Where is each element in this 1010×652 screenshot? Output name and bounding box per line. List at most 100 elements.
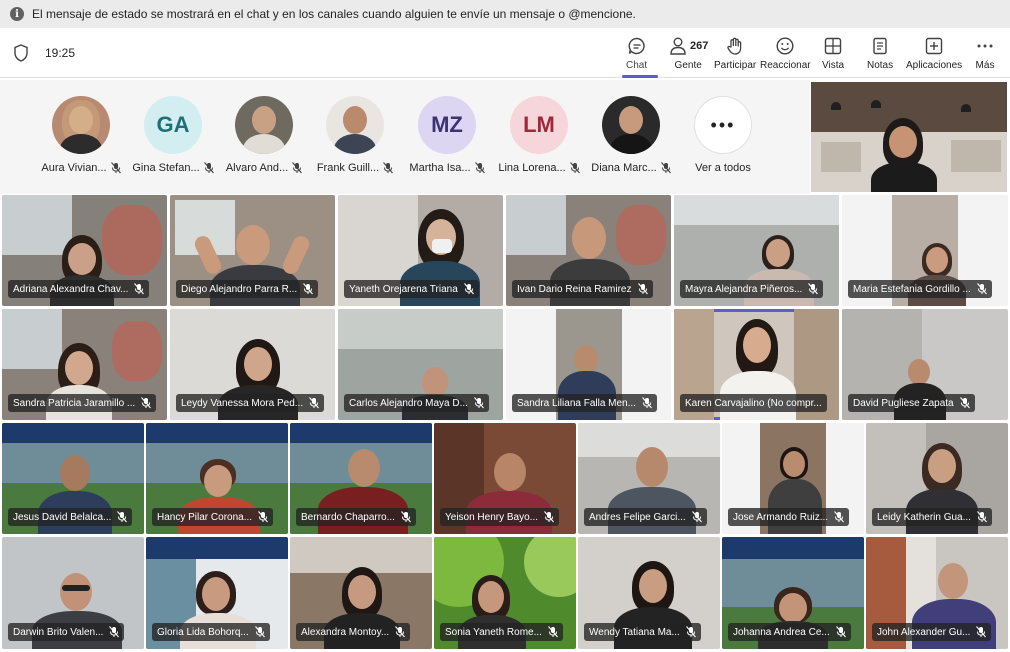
- participate-button[interactable]: Participar: [714, 36, 756, 76]
- mic-off-icon: [292, 162, 303, 174]
- video-tile[interactable]: Leydy Vanessa Mora Ped...: [170, 309, 335, 420]
- participant-name: Diego Alejandro Parra R...: [181, 283, 298, 295]
- shield-icon: [14, 44, 28, 62]
- participant-name: Adriana Alexandra Chav...: [13, 283, 129, 295]
- more-label: Más: [975, 60, 995, 71]
- video-tile[interactable]: John Alexander Gu...: [866, 537, 1008, 649]
- participant-name: Mayra Alejandra Piñeros...: [685, 283, 803, 295]
- status-banner: i El mensaje de estado se mostrará en el…: [0, 0, 1010, 28]
- view-button[interactable]: Vista: [822, 36, 844, 76]
- participant-name: Sandra Liliana Falla Men...: [517, 397, 636, 409]
- more-dots-icon: •••: [694, 96, 752, 154]
- video-tile[interactable]: Alexandra Montoy...: [290, 537, 432, 649]
- video-tile[interactable]: Sandra Patricia Jaramillo ...: [2, 309, 167, 420]
- apps-button[interactable]: Aplicaciones: [906, 36, 962, 76]
- avatar: LM: [510, 96, 568, 154]
- banner-text: El mensaje de estado se mostrará en el c…: [32, 7, 636, 21]
- meeting-toolbar: 19:25 Chat 267 Gente Participar Reaccion…: [0, 28, 1010, 78]
- participant-name: Aura Vivian...: [41, 162, 107, 174]
- participant-name: Darwin Brito Valen...: [13, 626, 104, 638]
- strip-participant[interactable]: Aura Vivian...: [36, 96, 126, 174]
- avatar: GA: [144, 96, 202, 154]
- strip-participant[interactable]: GA Gina Stefan...: [128, 96, 218, 174]
- mic-off-icon: [976, 283, 987, 295]
- video-tile[interactable]: Johanna Andrea Ce...: [722, 537, 864, 649]
- video-tile[interactable]: Yeison Henry Bayo...: [434, 423, 576, 534]
- strip-participant[interactable]: LM Lina Lorena...: [494, 96, 584, 174]
- avatar: [235, 96, 293, 154]
- avatar: [52, 96, 110, 154]
- chat-button[interactable]: Chat: [626, 36, 647, 76]
- video-tile[interactable]: Maria Estefania Gordillo ...: [842, 195, 1008, 306]
- video-tile[interactable]: Sonia Yaneth Rome...: [434, 537, 576, 649]
- view-label: Vista: [822, 60, 845, 71]
- mic-off-icon: [463, 283, 474, 295]
- participant-name: Alvaro And...: [225, 162, 289, 174]
- mic-off-icon: [660, 162, 671, 174]
- video-tile[interactable]: Jose Armando Ruiz...: [722, 423, 864, 534]
- strip-participant[interactable]: MZ Martha Isa...: [402, 96, 492, 174]
- video-tile[interactable]: David Pugliese Zapata: [842, 309, 1008, 420]
- mic-off-icon: [395, 626, 406, 638]
- video-tile[interactable]: Sandra Liliana Falla Men...: [506, 309, 671, 420]
- mic-off-icon: [976, 626, 987, 638]
- video-tile[interactable]: Ivan Dario Reina Ramirez: [506, 195, 671, 306]
- video-tile[interactable]: Hancy Pilar Corona...: [146, 423, 288, 534]
- apps-label: Aplicaciones: [906, 60, 963, 71]
- info-icon: i: [10, 7, 24, 21]
- mic-off-icon: [141, 397, 152, 409]
- mic-off-icon: [544, 511, 554, 523]
- strip-participant[interactable]: Alvaro And...: [219, 96, 309, 174]
- grid-icon: [824, 37, 842, 55]
- avatar: [602, 96, 660, 154]
- people-button[interactable]: 267 Gente: [668, 36, 708, 76]
- participant-name: Jose Armando Ruiz...: [733, 511, 829, 523]
- mic-off-icon: [203, 162, 214, 174]
- more-icon: [977, 44, 993, 48]
- video-tile[interactable]: Leidy Katherin Gua...: [866, 423, 1008, 534]
- strip-participant[interactable]: Diana Marc...: [586, 96, 676, 174]
- notes-icon: [873, 37, 887, 55]
- video-tile[interactable]: Bernardo Chaparro...: [290, 423, 432, 534]
- notes-label: Notas: [867, 60, 894, 71]
- hand-icon: [727, 37, 742, 55]
- mic-off-icon: [401, 511, 411, 523]
- mic-off-icon: [258, 511, 268, 523]
- video-tile[interactable]: Adriana Alexandra Chav...: [2, 195, 167, 306]
- video-tile[interactable]: Gloria Lida Bohorq...: [146, 537, 288, 649]
- see-all-button[interactable]: ••• Ver a todos: [678, 96, 768, 174]
- participant-name: Frank Guill...: [316, 162, 380, 174]
- participant-name: Andres Felipe Garci...: [589, 511, 686, 523]
- video-tile-active-speaker[interactable]: Karen Carvajalino (No compr...: [674, 309, 839, 420]
- video-tile[interactable]: Yaneth Orejarena Triana: [338, 195, 503, 306]
- mic-off-icon: [134, 283, 145, 295]
- self-view-video[interactable]: [811, 82, 1007, 192]
- notes-button[interactable]: Notas: [867, 36, 893, 76]
- video-tile[interactable]: Carlos Alejandro Maya D...: [338, 309, 503, 420]
- participant-name: Gina Stefan...: [132, 162, 200, 174]
- participate-label: Participar: [714, 60, 757, 71]
- mic-off-icon: [548, 626, 558, 638]
- avatar-initials: MZ: [431, 112, 463, 137]
- more-button[interactable]: Más: [975, 36, 995, 76]
- avatar-initials: GA: [156, 112, 190, 137]
- video-tile[interactable]: Diego Alejandro Parra R...: [170, 195, 335, 306]
- video-tile[interactable]: Jesus David Belalca...: [2, 423, 144, 534]
- mic-off-icon: [303, 283, 314, 295]
- participant-name: Johanna Andrea Ce...: [733, 626, 830, 638]
- mic-off-icon: [117, 511, 128, 523]
- strip-participant[interactable]: Frank Guill...: [310, 96, 400, 174]
- video-tile[interactable]: Mayra Alejandra Piñeros...: [674, 195, 839, 306]
- react-button[interactable]: Reaccionar: [760, 36, 811, 76]
- mic-off-icon: [383, 162, 394, 174]
- participant-name: Sonia Yaneth Rome...: [445, 626, 542, 638]
- video-tile[interactable]: Wendy Tatiana Ma...: [578, 537, 720, 649]
- participant-name: Leydy Vanessa Mora Ped...: [181, 397, 304, 409]
- mic-off-icon: [637, 283, 648, 295]
- participant-name: Ivan Dario Reina Ramirez: [517, 283, 632, 295]
- video-tile[interactable]: Darwin Brito Valen...: [2, 537, 144, 649]
- participant-name: David Pugliese Zapata: [853, 397, 954, 409]
- participant-name: Diana Marc...: [591, 162, 657, 174]
- people-count: 267: [690, 40, 709, 52]
- video-tile[interactable]: Andres Felipe Garci...: [578, 423, 720, 534]
